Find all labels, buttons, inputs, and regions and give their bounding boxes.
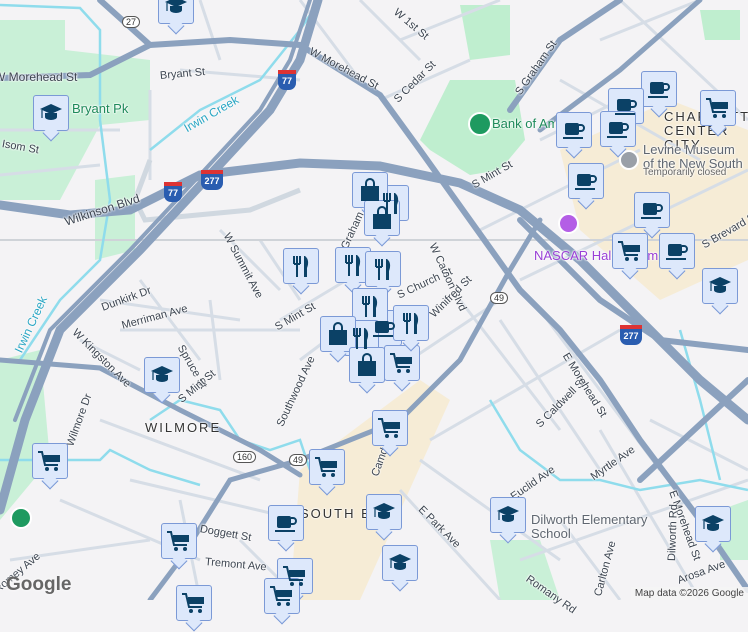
cart-marker[interactable]: [32, 443, 68, 479]
restaurant-icon: [353, 328, 369, 349]
cart-icon: [315, 457, 337, 477]
school-icon: [151, 366, 173, 382]
school-marker[interactable]: [702, 268, 738, 304]
coffee-icon: [641, 203, 663, 219]
i77-shield: 77: [164, 182, 182, 202]
restaurant-marker[interactable]: [365, 251, 401, 287]
cart-marker[interactable]: [264, 578, 300, 614]
restaurant-marker[interactable]: [335, 247, 371, 283]
coffee-marker[interactable]: [659, 233, 695, 269]
school-marker[interactable]: [695, 506, 731, 542]
school-marker[interactable]: [158, 0, 194, 24]
school-icon: [373, 503, 395, 519]
shopping-marker[interactable]: [320, 316, 356, 352]
i77-shield: 77: [278, 70, 296, 90]
i277-shield: 277: [620, 325, 642, 345]
coffee-icon: [607, 122, 629, 138]
restaurant-marker[interactable]: [283, 248, 319, 284]
coffee-icon: [275, 516, 297, 532]
cart-icon: [167, 531, 189, 551]
coffee-marker[interactable]: [268, 505, 304, 541]
park-pin-icon[interactable]: [10, 507, 32, 529]
museum-status: Temporarily closed: [643, 167, 727, 178]
cart-marker[interactable]: [384, 345, 420, 381]
cart-icon: [390, 353, 412, 373]
street-label: W Morehead St: [0, 70, 78, 84]
restaurant-marker[interactable]: [393, 305, 429, 341]
cart-marker[interactable]: [700, 90, 736, 126]
cart-icon: [618, 241, 640, 261]
cart-marker[interactable]: [372, 410, 408, 446]
coffee-icon: [666, 244, 688, 260]
school-marker[interactable]: [490, 497, 526, 533]
cart-marker[interactable]: [161, 523, 197, 559]
school-icon: [702, 515, 724, 531]
restaurant-icon: [362, 296, 378, 317]
cart-icon: [38, 451, 60, 471]
nc160-shield: 160: [233, 451, 257, 463]
school-icon: [165, 0, 187, 13]
coffee-marker[interactable]: [556, 112, 592, 148]
stadium-label[interactable]: Bank of America Stadium: [492, 116, 554, 131]
cart-icon: [182, 593, 204, 613]
school-label[interactable]: Dilworth Elementary School: [531, 513, 656, 541]
school-marker[interactable]: [144, 357, 180, 393]
nc49-shield: 49: [490, 292, 509, 304]
coffee-icon: [648, 82, 670, 98]
park-label[interactable]: Bryant Pk: [72, 101, 128, 116]
us27-shield: 27: [122, 16, 141, 28]
cart-marker[interactable]: [612, 233, 648, 269]
map-attribution[interactable]: Map data ©2026 Google: [630, 587, 748, 600]
coffee-marker[interactable]: [568, 163, 604, 199]
school-icon: [40, 104, 62, 120]
street-label: Dilworth Rd: [666, 503, 680, 562]
coffee-marker[interactable]: [641, 71, 677, 107]
nc49-shield: 49: [289, 454, 308, 466]
stadium-pin-icon[interactable]: [468, 112, 492, 136]
shopping-marker[interactable]: [364, 200, 400, 236]
coffee-marker[interactable]: [634, 192, 670, 228]
restaurant-marker[interactable]: [352, 288, 388, 324]
school-icon: [497, 506, 519, 522]
school-marker[interactable]: [33, 95, 69, 131]
school-marker[interactable]: [382, 545, 418, 581]
cart-icon: [378, 418, 400, 438]
school-icon: [389, 554, 411, 570]
cart-marker[interactable]: [309, 449, 345, 485]
shopping-icon: [361, 178, 379, 201]
school-marker[interactable]: [366, 494, 402, 530]
coffee-icon: [563, 123, 585, 139]
nascar-camera-icon[interactable]: [558, 213, 579, 234]
coffee-icon: [575, 174, 597, 190]
cart-marker[interactable]: [176, 585, 212, 621]
neighborhood-label: WILMORE: [145, 420, 222, 435]
coffee-marker[interactable]: [600, 111, 636, 147]
shopping-icon: [329, 322, 347, 345]
restaurant-icon: [293, 256, 309, 277]
restaurant-icon: [375, 259, 391, 280]
i277-shield: 277: [201, 170, 223, 190]
cart-icon: [270, 586, 292, 606]
shopping-marker[interactable]: [352, 172, 388, 208]
restaurant-icon: [403, 313, 419, 334]
restaurant-icon: [345, 255, 361, 276]
google-logo: Google: [6, 574, 72, 595]
cart-icon: [706, 98, 728, 118]
shopping-icon: [358, 353, 376, 376]
shopping-marker[interactable]: [349, 347, 385, 383]
school-icon: [709, 277, 731, 293]
shopping-icon: [373, 206, 391, 229]
